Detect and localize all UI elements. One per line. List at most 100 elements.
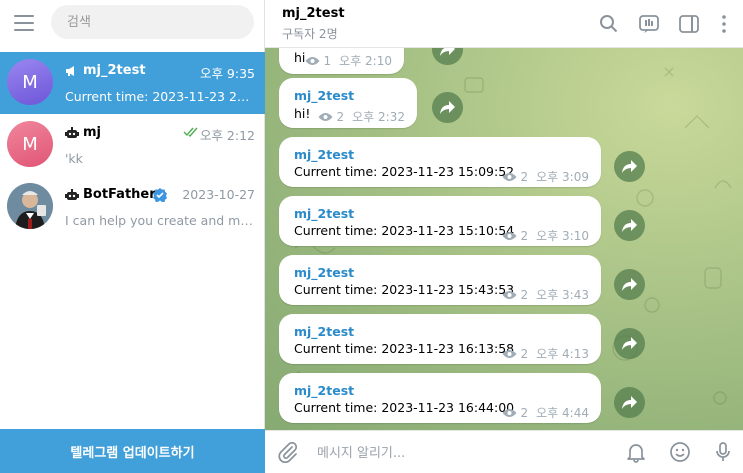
views-eye-icon [502, 349, 517, 358]
message-bubble[interactable]: mj_2test Current time: 2023-11-23 15:09:… [279, 137, 601, 187]
bell-icon[interactable] [625, 441, 647, 463]
view-count: 1 [323, 53, 332, 68]
message-input[interactable] [317, 441, 617, 465]
chat-time: 오후 9:35 [199, 66, 255, 81]
message-sender: mj_2test [294, 324, 355, 339]
microphone-icon[interactable] [712, 441, 734, 463]
avatar: M [7, 59, 53, 105]
message-meta: 2 오후 3:09 [502, 168, 589, 185]
message-time: 오후 2:10 [339, 54, 392, 68]
double-check-icon [183, 127, 198, 137]
views-eye-icon [502, 290, 517, 299]
megaphone-icon [66, 66, 74, 76]
views-eye-icon [305, 56, 320, 65]
message-text: hi! [294, 106, 311, 121]
message-meta: 2 오후 4:44 [502, 404, 589, 421]
forward-arrow-icon [440, 101, 455, 114]
conversation-panel: mj_2test 구독자 2명 hi 1 오후 2:10 mj_2test hi… [265, 0, 743, 473]
message-sender: mj_2test [294, 206, 355, 221]
message-time: 오후 3:10 [536, 229, 589, 243]
search-input[interactable] [51, 5, 254, 39]
message-text: Current time: 2023-11-23 15:10:54 [294, 223, 515, 238]
message-sender: mj_2test [294, 383, 355, 398]
message-bubble[interactable]: mj_2test hi! 2 오후 2:32 [279, 78, 417, 128]
message-time: 오후 4:44 [536, 406, 589, 420]
message-meta: 2 오후 3:10 [502, 227, 589, 244]
channel-title[interactable]: mj_2test [282, 6, 345, 21]
chat-item-mj-2test[interactable]: M mj_2test 오후 9:35 Current time: 2023-11… [0, 52, 265, 114]
forward-button[interactable] [614, 151, 645, 182]
chat-header-row: mj 오후 2:12 [65, 125, 255, 143]
views-eye-icon [502, 408, 517, 417]
message-meta: 2 오후 2:32 [318, 108, 405, 125]
bot-icon [65, 127, 79, 138]
views-eye-icon [502, 172, 517, 181]
emoji-icon[interactable] [669, 441, 691, 463]
avatar: M [7, 121, 53, 167]
update-telegram-button[interactable]: 텔레그램 업데이트하기 [0, 429, 265, 473]
message-bubble[interactable]: mj_2test Current time: 2023-11-23 16:13:… [279, 314, 601, 364]
message-sender: mj_2test [294, 147, 355, 162]
subscriber-count: 구독자 2명 [282, 27, 338, 41]
chat-preview: I can help you create and man... [65, 213, 255, 228]
botfather-avatar [7, 183, 53, 229]
search-icon[interactable] [598, 13, 620, 35]
forward-arrow-icon [622, 278, 637, 291]
attach-icon[interactable] [277, 441, 299, 463]
message-time: 오후 2:32 [352, 110, 405, 124]
message-bubble[interactable]: mj_2test Current time: 2023-11-23 15:43:… [279, 255, 601, 305]
view-count: 2 [520, 287, 529, 302]
message-bubble[interactable]: mj_2test Current time: 2023-11-23 16:44:… [279, 373, 601, 423]
more-icon[interactable] [713, 13, 735, 35]
forward-button[interactable] [614, 210, 645, 241]
forward-button[interactable] [614, 328, 645, 359]
chat-item-mj[interactable]: M mj 오후 2:12 'kk [0, 114, 265, 176]
chat-header-row: BotFather 2023-10-27 [65, 187, 255, 205]
message-bubble[interactable]: mj_2test Current time: 2023-11-23 15:10:… [279, 196, 601, 246]
chat-header-row: mj_2test 오후 9:35 [65, 63, 255, 81]
chat-item-botfather[interactable]: BotFather 2023-10-27 I can help you crea… [0, 176, 265, 238]
verified-badge-icon [153, 188, 167, 202]
chat-name: mj [83, 125, 102, 140]
message-meta: 2 오후 4:13 [502, 345, 589, 362]
chat-name: mj_2test [83, 63, 146, 78]
views-eye-icon [318, 112, 333, 121]
chat-header: mj_2test 구독자 2명 [265, 0, 743, 48]
message-text: Current time: 2023-11-23 16:13:58 [294, 341, 515, 356]
chat-name: BotFather [83, 187, 156, 202]
chat-preview: 'kk [65, 151, 83, 166]
message-text: Current time: 2023-11-23 15:43:53 [294, 282, 515, 297]
forward-arrow-icon [622, 337, 637, 350]
sidebar-toggle-icon[interactable] [678, 13, 700, 35]
hamburger-menu-icon[interactable] [14, 15, 34, 31]
forward-arrow-icon [622, 396, 637, 409]
bot-icon [65, 189, 79, 200]
view-count: 2 [520, 228, 529, 243]
chat-time: 2023-10-27 [182, 187, 255, 202]
message-meta: 1 오후 2:10 [305, 52, 392, 69]
forward-button[interactable] [614, 269, 645, 300]
message-bubble[interactable]: hi 1 오후 2:10 [279, 48, 404, 74]
forward-arrow-icon [440, 48, 455, 56]
sidebar-topbar [0, 0, 265, 46]
message-time: 오후 3:43 [536, 288, 589, 302]
chat-time: 오후 2:12 [199, 128, 255, 143]
view-count: 2 [336, 109, 345, 124]
views-eye-icon [502, 231, 517, 240]
forward-button[interactable] [614, 387, 645, 418]
message-text: Current time: 2023-11-23 16:44:00 [294, 400, 515, 415]
message-area[interactable]: hi 1 오후 2:10 mj_2test hi! 2 오후 2:32 mj_2… [265, 48, 743, 430]
message-time: 오후 4:13 [536, 347, 589, 361]
view-count: 2 [520, 169, 529, 184]
message-composer [265, 430, 743, 473]
chat-list-panel: M mj_2test 오후 9:35 Current time: 2023-11… [0, 0, 265, 473]
view-count: 2 [520, 346, 529, 361]
message-sender: mj_2test [294, 265, 355, 280]
message-text: Current time: 2023-11-23 15:09:52 [294, 164, 515, 179]
forward-button[interactable] [432, 92, 463, 123]
chat-preview: Current time: 2023-11-23 21:34:... [65, 89, 255, 104]
message-meta: 2 오후 3:43 [502, 286, 589, 303]
boost-icon[interactable] [638, 13, 660, 35]
message-time: 오후 3:09 [536, 170, 589, 184]
view-count: 2 [520, 405, 529, 420]
